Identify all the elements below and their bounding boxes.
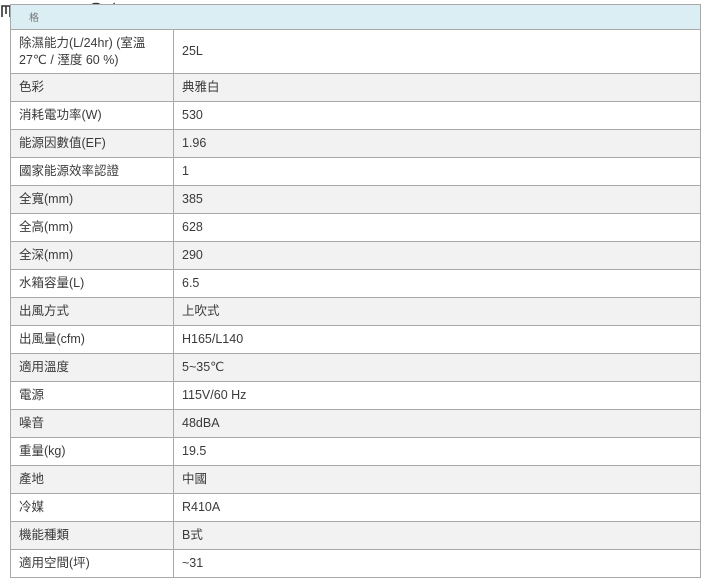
spec-value: 290	[173, 241, 701, 270]
spec-label: 重量(kg)	[10, 437, 174, 466]
spec-label: 國家能源效率認證	[10, 157, 174, 186]
spec-label: 全深(mm)	[10, 241, 174, 270]
spec-label: 能源因數值(EF)	[10, 129, 174, 158]
spec-label: 全寬(mm)	[10, 185, 174, 214]
spec-value: ~31	[173, 549, 701, 578]
spec-label: 全高(mm)	[10, 213, 174, 242]
spec-value: 48dBA	[173, 409, 701, 438]
spec-value: 628	[173, 213, 701, 242]
spec-value: B式	[173, 521, 701, 550]
spec-table: 格 除濕能力(L/24hr) (室溫27℃ / 溼度 60 %) 25L 色彩 典雅白…	[10, 4, 701, 578]
spec-label: 水箱容量(L)	[10, 269, 174, 298]
spec-label: 出風量(cfm)	[10, 325, 174, 354]
table-row: 消耗電功率(W) 530	[10, 101, 701, 130]
table-row: 出風量(cfm) H165/L140	[10, 325, 701, 354]
table-row: 色彩 典雅白	[10, 73, 701, 102]
spec-label: 噪音	[10, 409, 174, 438]
spec-value: 5~35℃	[173, 353, 701, 382]
spec-value: H165/L140	[173, 325, 701, 354]
spec-label: 適用溫度	[10, 353, 174, 382]
spec-value: 1.96	[173, 129, 701, 158]
spec-value: 典雅白	[173, 73, 701, 102]
spec-value: 530	[173, 101, 701, 130]
spec-value: 6.5	[173, 269, 701, 298]
table-row: 除濕能力(L/24hr) (室溫27℃ / 溼度 60 %) 25L	[10, 29, 701, 74]
spec-label: 色彩	[10, 73, 174, 102]
table-row: 國家能源效率認證 1	[10, 157, 701, 186]
spec-label: 機能種類	[10, 521, 174, 550]
spec-label: 冷媒	[10, 493, 174, 522]
table-row: 冷媒 R410A	[10, 493, 701, 522]
spec-label: 電源	[10, 381, 174, 410]
table-row: 適用溫度 5~35℃	[10, 353, 701, 382]
header-clipped-label: 格	[29, 13, 39, 24]
table-row: 全深(mm) 290	[10, 241, 701, 270]
spec-label: 除濕能力(L/24hr) (室溫27℃ / 溼度 60 %)	[10, 29, 174, 74]
table-header-cell: 格	[10, 4, 701, 30]
spec-value: 1	[173, 157, 701, 186]
spec-value: 115V/60 Hz	[173, 381, 701, 410]
spec-table-body: 格 除濕能力(L/24hr) (室溫27℃ / 溼度 60 %) 25L 色彩 典雅白…	[10, 4, 701, 578]
table-row: 全寬(mm) 385	[10, 185, 701, 214]
spec-value: 25L	[173, 29, 701, 74]
table-row: 水箱容量(L) 6.5	[10, 269, 701, 298]
table-row: 適用空間(坪) ~31	[10, 549, 701, 578]
spec-value: 中國	[173, 465, 701, 494]
spec-label: 消耗電功率(W)	[10, 101, 174, 130]
table-row: 全高(mm) 628	[10, 213, 701, 242]
table-row: 出風方式 上吹式	[10, 297, 701, 326]
spec-label: 產地	[10, 465, 174, 494]
spec-value: 19.5	[173, 437, 701, 466]
spec-label: 出風方式	[10, 297, 174, 326]
spec-value: 上吹式	[173, 297, 701, 326]
table-row: 噪音 48dBA	[10, 409, 701, 438]
spec-label: 適用空間(坪)	[10, 549, 174, 578]
table-row: 重量(kg) 19.5	[10, 437, 701, 466]
table-row: 能源因數值(EF) 1.96	[10, 129, 701, 158]
table-row: 電源 115V/60 Hz	[10, 381, 701, 410]
table-row: 產地 中國	[10, 465, 701, 494]
spec-value: 385	[173, 185, 701, 214]
table-header-row: 格	[10, 4, 701, 30]
spec-value: R410A	[173, 493, 701, 522]
table-row: 機能種類 B式	[10, 521, 701, 550]
